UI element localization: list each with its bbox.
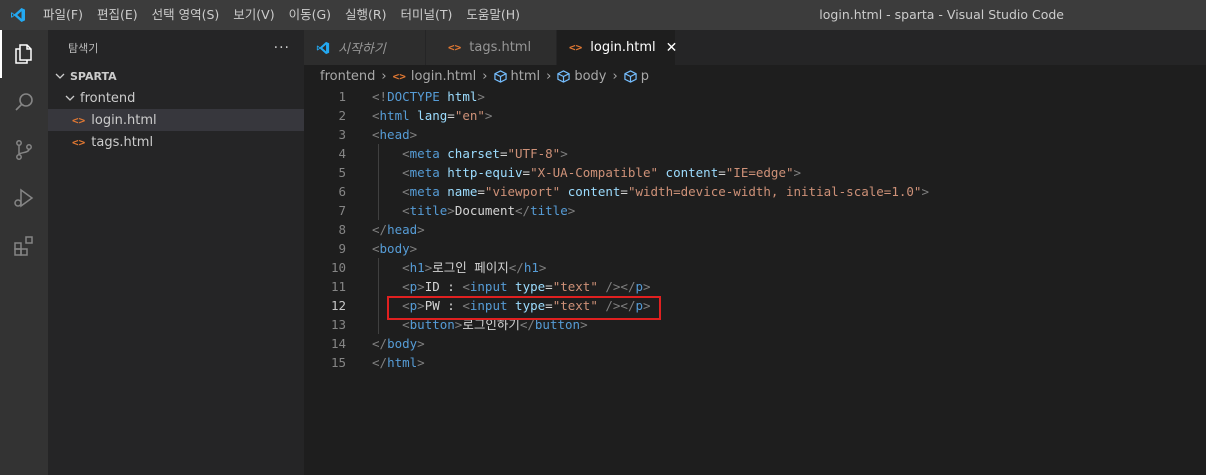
code-line: 7 <title>Document</title> <box>304 201 1206 220</box>
chevron-right-icon: › <box>482 68 488 84</box>
tab-tags-html[interactable]: <> tags.html <box>426 30 557 65</box>
code-editor[interactable]: 1 <!DOCTYPE html> 2 <html lang="en"> 3 <hea… <box>304 87 1206 475</box>
activity-bar <box>0 30 48 475</box>
code-line: 11 <p>ID : <input type="text" /></p> <box>304 277 1206 296</box>
line-number: 4 <box>338 146 346 161</box>
vscode-logo-icon <box>0 0 36 30</box>
code-line: 5 <meta http-equiv="X-UA-Compatible" con… <box>304 163 1206 182</box>
chevron-right-icon: › <box>546 68 552 84</box>
html-file-icon: <> <box>392 69 406 83</box>
element-symbol-icon <box>493 69 507 83</box>
line-number: 14 <box>330 336 346 351</box>
chevron-right-icon: › <box>381 68 387 84</box>
line-number: 5 <box>338 165 346 180</box>
breadcrumb-item[interactable]: html <box>511 69 541 84</box>
line-number: 8 <box>338 222 346 237</box>
chevron-right-icon: › <box>612 68 618 84</box>
highlight-annotation-box <box>387 296 661 320</box>
html-file-icon: <> <box>448 41 462 54</box>
line-number: 6 <box>338 184 346 199</box>
html-file-icon: <> <box>72 113 86 127</box>
tab-label: tags.html <box>469 40 532 55</box>
tab-welcome[interactable]: 시작하기 <box>304 30 426 65</box>
line-number: 1 <box>338 89 346 104</box>
code-line: 8 </head> <box>304 220 1206 239</box>
menu-file[interactable]: 파일(F) <box>36 0 90 30</box>
menu-run[interactable]: 실행(R) <box>338 0 393 30</box>
line-number: 3 <box>338 127 346 142</box>
window-title: login.html - sparta - Visual Studio Code <box>819 7 1064 22</box>
title-bar: 파일(F) 편집(E) 선택 영역(S) 보기(V) 이동(G) 실행(R) 터… <box>0 0 1206 30</box>
html-file-icon: <> <box>569 41 583 54</box>
menu-view[interactable]: 보기(V) <box>226 0 281 30</box>
file-login-html[interactable]: <> login.html <box>48 109 304 131</box>
file-label: tags.html <box>91 134 154 150</box>
close-icon[interactable]: ✕ <box>666 40 678 56</box>
file-tags-html[interactable]: <> tags.html <box>48 131 304 153</box>
explorer-title: 탐색기 <box>68 41 99 55</box>
line-number: 11 <box>330 279 346 294</box>
code-line: 9 <body> <box>304 239 1206 258</box>
run-debug-icon[interactable] <box>0 174 48 222</box>
line-number: 7 <box>338 203 346 218</box>
workspace-root-label: SPARTA <box>70 69 117 83</box>
code-line: 10 <h1>로그인 페이지</h1> <box>304 258 1206 277</box>
code-line: 3 <head> <box>304 125 1206 144</box>
line-number: 15 <box>330 355 346 370</box>
menu-selection[interactable]: 선택 영역(S) <box>145 0 227 30</box>
folder-label: frontend <box>80 90 136 106</box>
breadcrumb-item[interactable]: p <box>641 69 649 84</box>
code-line: 4 <meta charset="UTF-8"> <box>304 144 1206 163</box>
menu-help[interactable]: 도움말(H) <box>459 0 527 30</box>
explorer-sidebar: 탐색기 ··· SPARTA frontend <> login.html <>… <box>48 30 304 475</box>
code-line: 2 <html lang="en"> <box>304 106 1206 125</box>
code-line: 15 </html> <box>304 353 1206 372</box>
element-symbol-icon <box>557 69 571 83</box>
line-number: 12 <box>330 298 346 313</box>
extensions-icon[interactable] <box>0 222 48 270</box>
line-number: 9 <box>338 241 346 256</box>
file-label: login.html <box>91 112 157 128</box>
editor-tabs: 시작하기 <> tags.html <> login.html ✕ <box>304 30 1206 65</box>
breadcrumb-item[interactable]: login.html <box>411 69 476 84</box>
menu-bar: 파일(F) 편집(E) 선택 영역(S) 보기(V) 이동(G) 실행(R) 터… <box>36 0 527 30</box>
line-number: 2 <box>338 108 346 123</box>
folder-frontend[interactable]: frontend <box>48 87 304 109</box>
chevron-down-icon <box>52 71 68 81</box>
code-line: 6 <meta name="viewport" content="width=d… <box>304 182 1206 201</box>
search-icon[interactable] <box>0 78 48 126</box>
explorer-header: 탐색기 ··· <box>48 30 304 65</box>
tab-login-html[interactable]: <> login.html ✕ <box>557 30 678 65</box>
tab-label: 시작하기 <box>338 42 386 57</box>
explorer-icon[interactable] <box>0 30 48 78</box>
line-number: 13 <box>330 317 346 332</box>
tab-label: login.html <box>590 40 656 55</box>
menu-edit[interactable]: 편집(E) <box>90 0 145 30</box>
workspace-root[interactable]: SPARTA <box>48 65 304 87</box>
html-file-icon: <> <box>72 135 86 149</box>
element-symbol-icon <box>624 69 637 83</box>
source-control-icon[interactable] <box>0 126 48 174</box>
code-line: 14 </body> <box>304 334 1206 353</box>
line-number: 10 <box>330 260 346 275</box>
chevron-down-icon <box>62 93 78 103</box>
breadcrumb: frontend › <> login.html › html › body ›… <box>304 65 1206 87</box>
breadcrumb-item[interactable]: frontend <box>320 69 375 84</box>
code-line: 1 <!DOCTYPE html> <box>304 87 1206 106</box>
more-actions-icon[interactable]: ··· <box>274 40 290 56</box>
menu-go[interactable]: 이동(G) <box>282 0 338 30</box>
menu-terminal[interactable]: 터미널(T) <box>394 0 460 30</box>
vscode-logo-icon <box>316 41 330 55</box>
breadcrumb-item[interactable]: body <box>574 69 606 84</box>
